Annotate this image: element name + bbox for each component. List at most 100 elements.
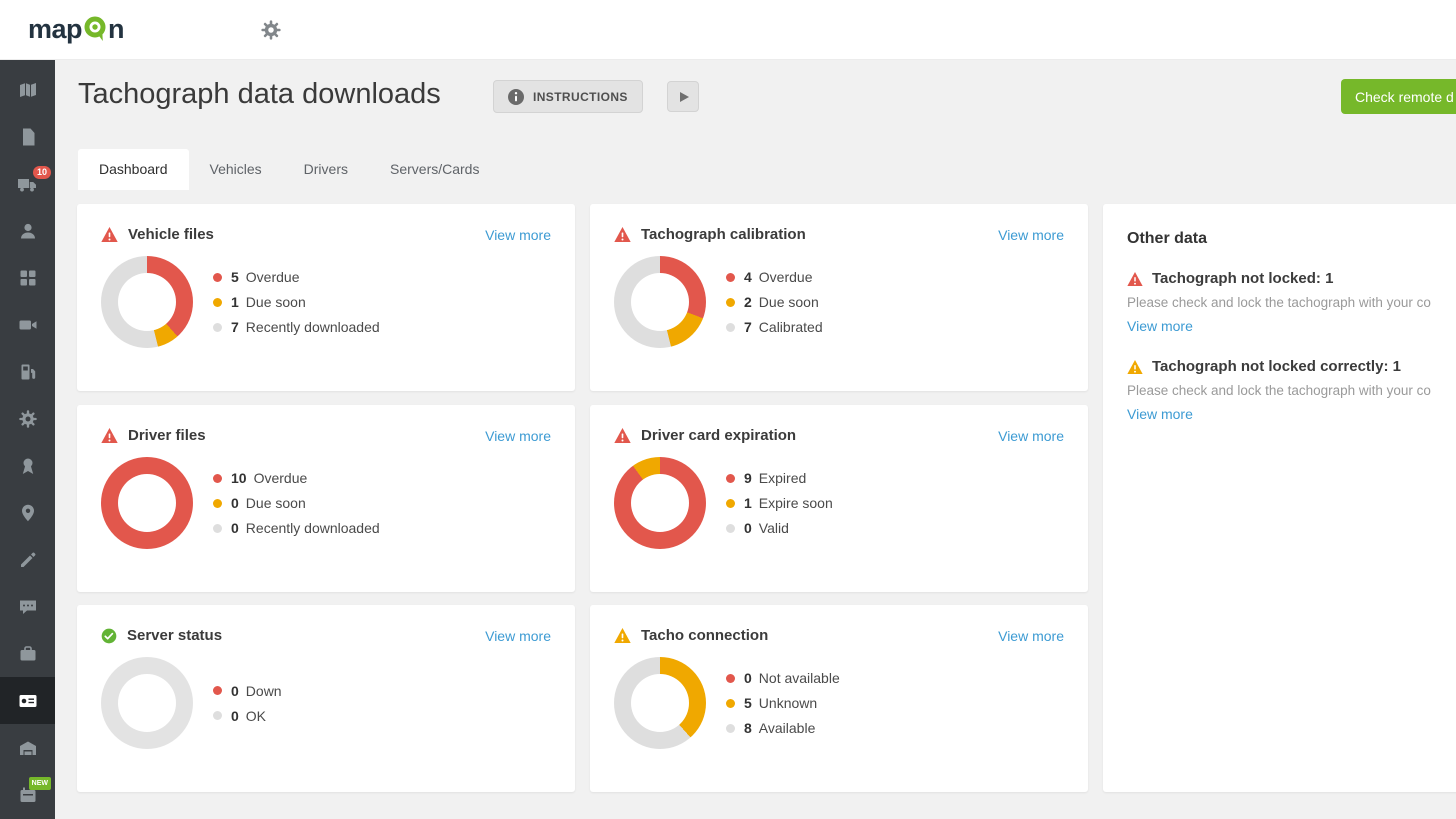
other-item-title: Tachograph not locked correctly: 1 — [1152, 358, 1401, 375]
legend-value: 0 — [231, 683, 239, 699]
chat-icon — [18, 597, 38, 617]
sidebar-item-fuel[interactable] — [0, 348, 55, 395]
sidebar-item-tachograph[interactable] — [0, 677, 55, 724]
card-header: Driver card expiration View more — [614, 427, 1064, 444]
tab-drivers[interactable]: Drivers — [283, 149, 369, 190]
legend-item: 7 Calibrated — [726, 319, 823, 335]
legend-label: Not available — [759, 670, 840, 686]
sidebar-item-chat[interactable] — [0, 583, 55, 630]
card-header: Tachograph calibration View more — [614, 226, 1064, 243]
sidebar-item-tasks[interactable] — [0, 536, 55, 583]
warning-icon — [1127, 360, 1143, 374]
legend-label: Expire soon — [759, 495, 833, 511]
driver-card-expiration-card: Driver card expiration View more 9 Expir… — [590, 405, 1088, 592]
other-item-header: Tachograph not locked correctly: 1 — [1127, 358, 1456, 375]
other-data-item: Tachograph not locked correctly: 1 Pleas… — [1127, 358, 1456, 424]
warning-icon — [614, 628, 631, 643]
legend: 0 Not available 5 Unknown 8 Available — [726, 670, 840, 736]
legend-item: 2 Due soon — [726, 294, 823, 310]
warning-icon — [1127, 272, 1143, 286]
settings-gear-button[interactable] — [260, 19, 282, 41]
card-body: 4 Overdue 2 Due soon 7 Calibrated — [614, 256, 1064, 348]
sidebar-item-fleet[interactable]: 10 — [0, 160, 55, 207]
legend-label: Recently downloaded — [246, 520, 380, 536]
donut-chart — [101, 256, 193, 348]
legend-item: 7 Recently downloaded — [213, 319, 380, 335]
top-header-bar: map n — [0, 0, 1456, 60]
sidebar-item-documents[interactable] — [0, 113, 55, 160]
card-title: Server status — [127, 627, 222, 644]
logo-text-map: map — [28, 14, 82, 45]
warehouse-icon — [18, 738, 38, 758]
sidebar-item-equipment[interactable] — [0, 630, 55, 677]
document-icon — [18, 127, 38, 147]
play-video-button[interactable] — [667, 81, 699, 112]
sidebar-item-new-feature[interactable]: NEW — [0, 771, 55, 818]
mapon-logo[interactable]: map n — [28, 14, 124, 45]
sidebar-item-maintenance[interactable] — [0, 395, 55, 442]
tachograph-icon — [18, 691, 38, 711]
legend-dot — [726, 724, 735, 733]
legend-item: 0 Not available — [726, 670, 840, 686]
sidebar-item-maps[interactable] — [0, 66, 55, 113]
check-circle-icon — [101, 628, 117, 644]
tab-vehicles[interactable]: Vehicles — [189, 149, 283, 190]
sidebar-item-routes[interactable] — [0, 489, 55, 536]
sidebar-item-dashboard[interactable] — [0, 254, 55, 301]
view-more-link[interactable]: View more — [1127, 406, 1193, 422]
card-header: Vehicle files View more — [101, 226, 551, 243]
sidebar-item-warehouse[interactable] — [0, 724, 55, 771]
card-body: 5 Overdue 1 Due soon 7 Recently download… — [101, 256, 551, 348]
new-feature-badge: NEW — [29, 777, 51, 790]
legend: 4 Overdue 2 Due soon 7 Calibrated — [726, 269, 823, 335]
legend-value: 9 — [744, 470, 752, 486]
legend-label: Overdue — [246, 269, 300, 285]
legend-label: Due soon — [246, 495, 306, 511]
legend-item: 4 Overdue — [726, 269, 823, 285]
legend-dot — [726, 524, 735, 533]
server-status-card: Server status View more 0 Down 0 OK — [77, 605, 575, 792]
sidebar-item-cameras[interactable] — [0, 301, 55, 348]
legend-item: 0 Due soon — [213, 495, 380, 511]
view-more-link[interactable]: View more — [1127, 318, 1193, 334]
other-data-item: Tachograph not locked: 1 Please check an… — [1127, 270, 1456, 336]
tab-servers-cards[interactable]: Servers/Cards — [369, 149, 500, 190]
legend-label: Overdue — [254, 470, 308, 486]
other-item-header: Tachograph not locked: 1 — [1127, 270, 1456, 287]
other-item-description: Please check and lock the tachograph wit… — [1127, 295, 1456, 310]
legend-item: 0 Valid — [726, 520, 833, 536]
view-more-link[interactable]: View more — [998, 628, 1064, 644]
card-body: 0 Down 0 OK — [101, 657, 551, 749]
legend-item: 0 Recently downloaded — [213, 520, 380, 536]
check-remote-downloads-button[interactable]: Check remote d — [1341, 79, 1456, 114]
sidebar-item-driver-behavior[interactable] — [0, 442, 55, 489]
legend-value: 8 — [744, 720, 752, 736]
legend-label: Expired — [759, 470, 806, 486]
legend-dot — [213, 323, 222, 332]
legend-label: Due soon — [759, 294, 819, 310]
view-more-link[interactable]: View more — [485, 227, 551, 243]
legend-item: 9 Expired — [726, 470, 833, 486]
tab-dashboard[interactable]: Dashboard — [78, 149, 189, 190]
legend-value: 5 — [744, 695, 752, 711]
legend-value: 1 — [231, 294, 239, 310]
view-more-link[interactable]: View more — [485, 428, 551, 444]
view-more-link[interactable]: View more — [485, 628, 551, 644]
instructions-label: INSTRUCTIONS — [533, 90, 628, 104]
legend-item: 1 Expire soon — [726, 495, 833, 511]
legend-item: 0 Down — [213, 683, 282, 699]
sidebar-item-drivers[interactable] — [0, 207, 55, 254]
camera-icon — [18, 315, 38, 335]
card-header: Server status View more — [101, 627, 551, 644]
other-item-description: Please check and lock the tachograph wit… — [1127, 383, 1456, 398]
tab-bar: Dashboard Vehicles Drivers Servers/Cards — [78, 149, 500, 190]
instructions-button[interactable]: INSTRUCTIONS — [493, 80, 643, 113]
other-data-panel: Other data Tachograph not locked: 1 Plea… — [1103, 204, 1456, 792]
legend-value: 2 — [744, 294, 752, 310]
main-content: Tachograph data downloads INSTRUCTIONS C… — [55, 60, 1456, 819]
view-more-link[interactable]: View more — [998, 428, 1064, 444]
logo-pin-o-icon — [83, 15, 107, 42]
view-more-link[interactable]: View more — [998, 227, 1064, 243]
legend: 10 Overdue 0 Due soon 0 Recently downloa… — [213, 470, 380, 536]
tacho-connection-card: Tacho connection View more 0 Not availab… — [590, 605, 1088, 792]
